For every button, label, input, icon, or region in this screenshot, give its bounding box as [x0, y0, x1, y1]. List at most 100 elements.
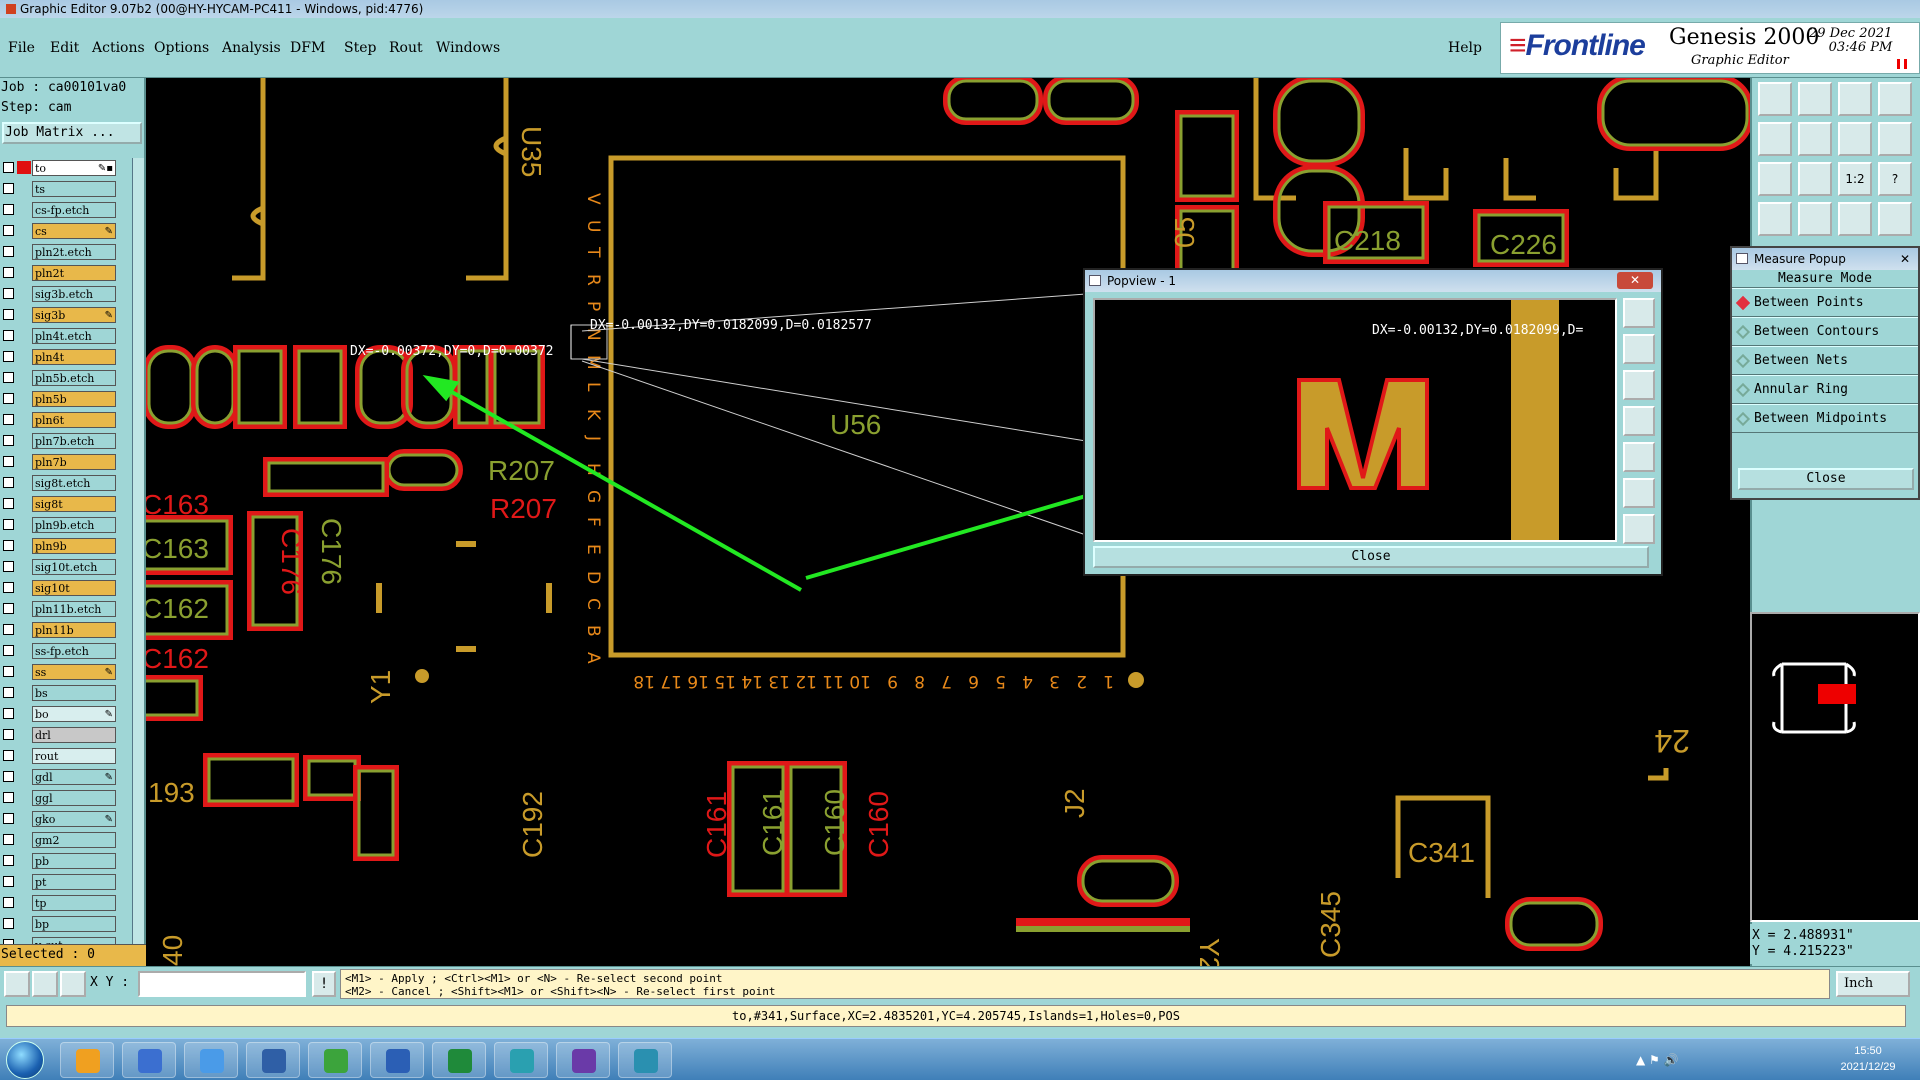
- layer-row-ggl[interactable]: ggl: [0, 788, 132, 808]
- layer-name[interactable]: gdl ✎: [32, 769, 116, 785]
- zoom-down-icon[interactable]: [1798, 82, 1832, 116]
- layer-row-bp[interactable]: bp: [0, 914, 132, 934]
- layer-row-pln9b.etch[interactable]: pln9b.etch: [0, 515, 132, 535]
- layer-checkbox[interactable]: [3, 918, 14, 929]
- taskbar-word-icon[interactable]: [370, 1042, 424, 1078]
- layer-row-pln11b.etch[interactable]: pln11b.etch: [0, 599, 132, 619]
- layer-checkbox[interactable]: [3, 330, 14, 341]
- layer-row-pln4t[interactable]: pln4t: [0, 347, 132, 367]
- layer-row-gdl[interactable]: gdl ✎: [0, 767, 132, 787]
- layer-name[interactable]: pln7b: [32, 454, 116, 470]
- popview-close-button[interactable]: Close: [1093, 546, 1649, 568]
- layer-row-pln7b.etch[interactable]: pln7b.etch: [0, 431, 132, 451]
- layer-row-ts[interactable]: ts: [0, 179, 132, 199]
- layer-row-cs-fp.etch[interactable]: cs-fp.etch: [0, 200, 132, 220]
- layer-row-pln9b[interactable]: pln9b: [0, 536, 132, 556]
- layer-name[interactable]: pln5b: [32, 391, 116, 407]
- layer-checkbox[interactable]: [3, 393, 14, 404]
- taskbar-messenger-icon[interactable]: [184, 1042, 238, 1078]
- job-matrix-button[interactable]: Job Matrix ...: [2, 122, 142, 144]
- layer-row-sig8t[interactable]: sig8t: [0, 494, 132, 514]
- layer-name[interactable]: drl: [32, 727, 116, 743]
- layer-checkbox[interactable]: [3, 246, 14, 257]
- measure-option-between-midpoints[interactable]: Between Midpoints: [1732, 404, 1918, 433]
- zoom-center-icon[interactable]: [1798, 162, 1832, 196]
- layer-name[interactable]: ts: [32, 181, 116, 197]
- layer-scrollbar[interactable]: [132, 158, 144, 948]
- layer-row-to[interactable]: to ✎▪: [0, 158, 132, 178]
- layer-checkbox[interactable]: [3, 435, 14, 446]
- layer-name[interactable]: pln6t: [32, 412, 116, 428]
- layer-row-pln5b.etch[interactable]: pln5b.etch: [0, 368, 132, 388]
- layer-row-ss-fp.etch[interactable]: ss-fp.etch: [0, 641, 132, 661]
- layer-checkbox[interactable]: [3, 372, 14, 383]
- measure-option-between-nets[interactable]: Between Nets: [1732, 346, 1918, 375]
- menu-edit[interactable]: Edit: [50, 40, 79, 56]
- pause-icon[interactable]: [1897, 59, 1907, 69]
- layer-checkbox[interactable]: [3, 351, 14, 362]
- center-icon[interactable]: [1623, 514, 1655, 544]
- grid-tool-icon[interactable]: [60, 971, 86, 997]
- layer-checkbox[interactable]: [3, 666, 14, 677]
- popview-close-icon[interactable]: ✕: [1617, 272, 1653, 289]
- layer-name[interactable]: pln7b.etch: [32, 433, 116, 449]
- layer-row-rout[interactable]: rout: [0, 746, 132, 766]
- layer-row-cs[interactable]: cs ✎: [0, 221, 132, 241]
- layer-name[interactable]: sig3b ✎: [32, 307, 116, 323]
- layer-checkbox[interactable]: [3, 855, 14, 866]
- menu-dfm[interactable]: DFM: [290, 40, 325, 56]
- layer-checkbox[interactable]: [3, 708, 14, 719]
- taskbar-floppy-icon[interactable]: [246, 1042, 300, 1078]
- taskbar-clock[interactable]: 15:50 2021/12/29: [1820, 1043, 1916, 1075]
- layer-name[interactable]: pln2t.etch: [32, 244, 116, 260]
- layer-checkbox[interactable]: [3, 162, 14, 173]
- layer-name[interactable]: bo ✎: [32, 706, 116, 722]
- layer-name[interactable]: sig10t.etch: [32, 559, 116, 575]
- menu-actions[interactable]: Actions: [92, 40, 145, 56]
- layer-checkbox[interactable]: [3, 603, 14, 614]
- layer-row-pln7b[interactable]: pln7b: [0, 452, 132, 472]
- layer-checkbox[interactable]: [3, 897, 14, 908]
- layer-row-pln11b[interactable]: pln11b: [0, 620, 132, 640]
- layer-checkbox[interactable]: [3, 792, 14, 803]
- measure-option-between-points[interactable]: Between Points: [1732, 288, 1918, 317]
- layer-checkbox[interactable]: [3, 456, 14, 467]
- zoom-page-icon[interactable]: [1623, 298, 1655, 328]
- layer-checkbox[interactable]: [3, 183, 14, 194]
- menu-rout[interactable]: Rout: [389, 40, 423, 56]
- layer-row-bo[interactable]: bo ✎: [0, 704, 132, 724]
- layer-name[interactable]: sig10t: [32, 580, 116, 596]
- layer-row-pln4t.etch[interactable]: pln4t.etch: [0, 326, 132, 346]
- layer-name[interactable]: pln5b.etch: [32, 370, 116, 386]
- taskbar-excel-icon[interactable]: [432, 1042, 486, 1078]
- layer-checkbox[interactable]: [3, 498, 14, 509]
- zoom-left-icon[interactable]: [1758, 122, 1792, 156]
- layer-name[interactable]: pln9b.etch: [32, 517, 116, 533]
- layer-row-pb[interactable]: pb: [0, 851, 132, 871]
- window-titlebar[interactable]: Graphic Editor 9.07b2 (00@HY-HYCAM-PC411…: [0, 0, 1920, 18]
- layer-name[interactable]: pln4t.etch: [32, 328, 116, 344]
- layer-checkbox[interactable]: [3, 267, 14, 278]
- measure-titlebar[interactable]: Measure Popup ✕: [1732, 248, 1918, 270]
- taskbar-pads-icon[interactable]: [308, 1042, 362, 1078]
- layer-name[interactable]: pln11b.etch: [32, 601, 116, 617]
- menu-file[interactable]: File: [8, 40, 35, 56]
- layer-checkbox[interactable]: [3, 624, 14, 635]
- layer-name[interactable]: ggl: [32, 790, 116, 806]
- start-button[interactable]: [6, 1041, 44, 1079]
- layer-name[interactable]: cs-fp.etch: [32, 202, 116, 218]
- layer-name[interactable]: sig3b.etch: [32, 286, 116, 302]
- taskbar-notepad-icon[interactable]: [122, 1042, 176, 1078]
- layer-checkbox[interactable]: [3, 687, 14, 698]
- layer-row-drl[interactable]: drl: [0, 725, 132, 745]
- page-icon[interactable]: [1878, 82, 1912, 116]
- layer-name[interactable]: sig8t.etch: [32, 475, 116, 491]
- layer-row-gko[interactable]: gko ✎: [0, 809, 132, 829]
- layer-name[interactable]: pln4t: [32, 349, 116, 365]
- system-tray[interactable]: ▲ ⚑ 🔊: [1636, 1053, 1816, 1069]
- menu-step[interactable]: Step: [344, 40, 376, 56]
- layer-checkbox[interactable]: [3, 288, 14, 299]
- layer-checkbox[interactable]: [3, 876, 14, 887]
- layer-name[interactable]: pln11b: [32, 622, 116, 638]
- pan-left-icon[interactable]: [1623, 406, 1655, 436]
